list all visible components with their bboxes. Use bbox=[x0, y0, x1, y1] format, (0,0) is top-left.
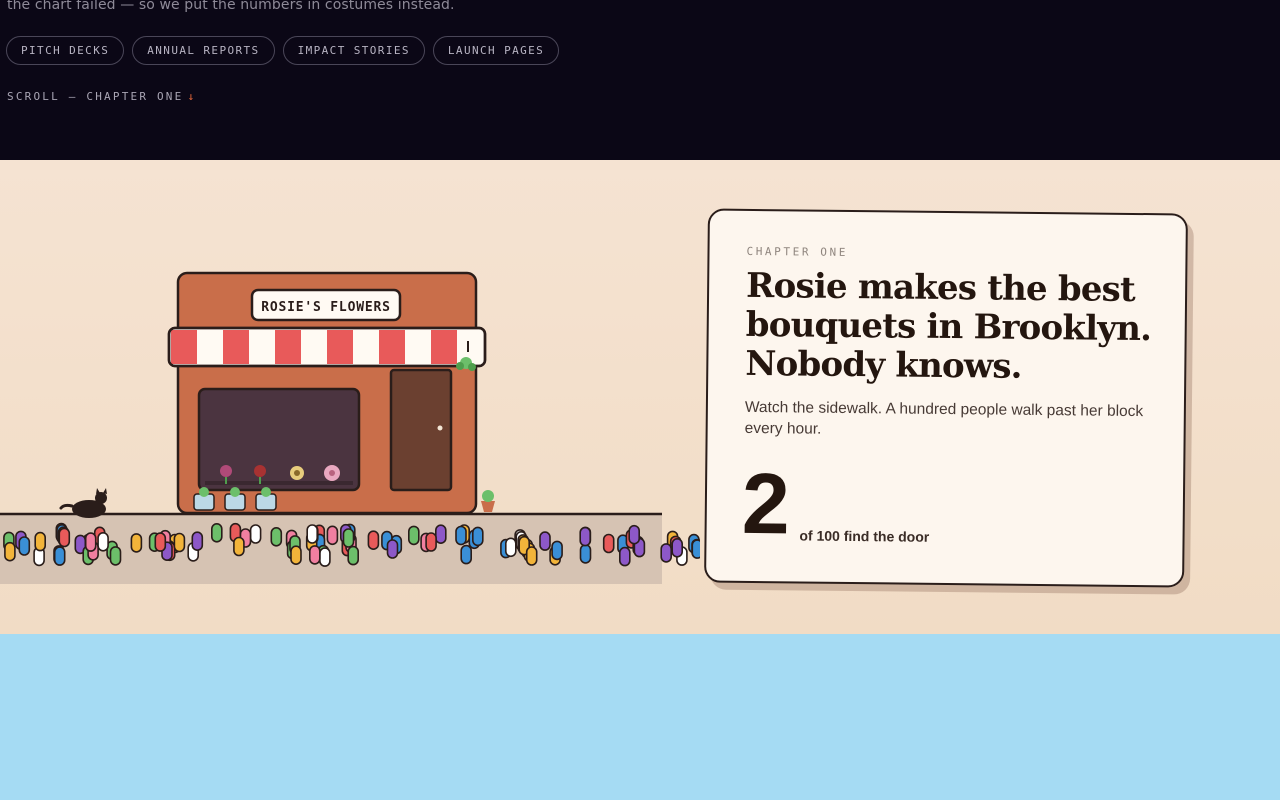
shop-sign: ROSIE'S FLOWERS bbox=[250, 288, 402, 322]
pedestrian bbox=[191, 531, 204, 552]
door-handle-icon bbox=[437, 425, 443, 431]
scroll-cue-label: SCROLL — CHAPTER ONE bbox=[7, 90, 184, 103]
pedestrian bbox=[660, 543, 673, 563]
pedestrian bbox=[460, 544, 473, 565]
pedestrian bbox=[233, 536, 245, 557]
pedestrian bbox=[342, 528, 355, 548]
scroll-cue[interactable]: SCROLL — CHAPTER ONE ↓ bbox=[7, 90, 196, 103]
chapter-card: CHAPTER ONE Rosie makes the best bouquet… bbox=[704, 208, 1188, 588]
pedestrian bbox=[308, 545, 321, 565]
pedestrian bbox=[58, 527, 71, 548]
pedestrian bbox=[97, 531, 109, 552]
chip-impact-stories[interactable]: IMPACT STORIES bbox=[282, 36, 425, 65]
pedestrian bbox=[525, 546, 538, 566]
stat-number: 2 bbox=[741, 455, 789, 553]
pedestrian bbox=[4, 541, 16, 562]
chapter-eyebrow: CHAPTER ONE bbox=[746, 244, 849, 259]
pedestrian bbox=[130, 533, 143, 553]
pedestrian bbox=[618, 546, 631, 567]
pedestrian bbox=[53, 546, 66, 566]
pedestrian bbox=[109, 546, 122, 566]
pedestrian bbox=[455, 525, 467, 546]
pedestrian bbox=[425, 532, 437, 552]
flower-icon bbox=[290, 466, 304, 480]
use-case-chips: PITCH DECKS ANNUAL REPORTS IMPACT STORIE… bbox=[6, 36, 560, 65]
hero-tagline: the chart failed — so we put the numbers… bbox=[7, 0, 455, 13]
storefront-illustration: ROSIE'S FLOWERS bbox=[0, 271, 700, 584]
pedestrian bbox=[671, 537, 684, 558]
pedestrian bbox=[18, 536, 31, 556]
shop-door bbox=[389, 368, 453, 492]
pedestrian bbox=[691, 539, 700, 559]
pedestrian bbox=[407, 525, 420, 546]
pedestrian bbox=[249, 524, 262, 544]
pedestrian bbox=[579, 526, 592, 547]
next-chapter-sky bbox=[0, 634, 1280, 800]
pedestrian bbox=[367, 530, 380, 551]
chip-launch-pages[interactable]: LAUNCH PAGES bbox=[432, 36, 560, 65]
chapter-body: Watch the sidewalk. A hundred people wal… bbox=[744, 398, 1144, 438]
pedestrian bbox=[602, 533, 615, 554]
pedestrian bbox=[290, 545, 302, 566]
hero-section: the chart failed — so we put the numbers… bbox=[0, 0, 1280, 160]
pedestrian bbox=[173, 532, 186, 553]
pedestrian bbox=[386, 539, 399, 559]
pedestrian bbox=[504, 537, 517, 558]
pedestrian bbox=[154, 532, 167, 552]
chapter-one-scene: ROSIE'S FLOWERS CHAPTER ONE Rosie makes … bbox=[0, 160, 1280, 634]
stat-caption: of 100 find the door bbox=[799, 527, 930, 545]
potted-plant-icon bbox=[481, 490, 495, 512]
awning bbox=[167, 326, 487, 368]
pedestrian bbox=[551, 540, 563, 561]
pedestrian bbox=[347, 545, 360, 566]
pedestrian bbox=[84, 532, 97, 552]
pedestrian bbox=[434, 524, 447, 545]
chip-pitch-decks[interactable]: PITCH DECKS bbox=[6, 36, 125, 65]
pedestrian bbox=[319, 547, 331, 567]
chapter-title: Rosie makes the best bouquets in Brookly… bbox=[745, 265, 1152, 387]
flower-shop: ROSIE'S FLOWERS bbox=[167, 271, 487, 515]
pedestrian bbox=[326, 525, 339, 546]
arrow-down-icon: ↓ bbox=[187, 90, 197, 103]
chip-annual-reports[interactable]: ANNUAL REPORTS bbox=[132, 36, 275, 65]
flower-icon bbox=[324, 465, 340, 481]
pedestrian bbox=[579, 544, 592, 564]
pedestrian bbox=[211, 522, 223, 543]
pedestrian bbox=[270, 526, 283, 547]
pedestrian bbox=[306, 524, 319, 544]
pedestrian bbox=[628, 524, 641, 545]
pedestrian bbox=[471, 526, 484, 547]
chapter-stat: 2 of 100 find the door bbox=[741, 455, 930, 553]
pedestrian bbox=[539, 531, 551, 551]
shop-sign-text: ROSIE'S FLOWERS bbox=[261, 300, 390, 315]
pedestrian bbox=[34, 531, 47, 552]
shop-window bbox=[197, 387, 361, 492]
